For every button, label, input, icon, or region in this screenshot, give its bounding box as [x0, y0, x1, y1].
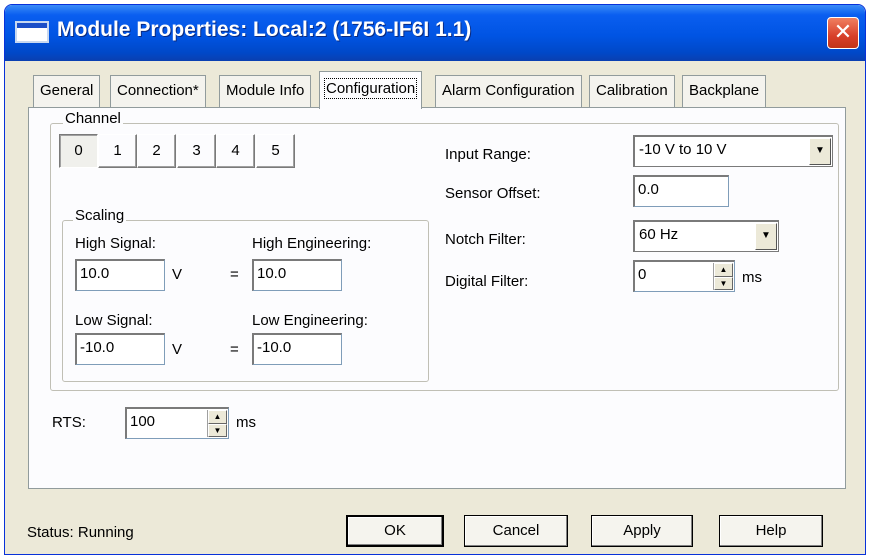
- channel-button-5[interactable]: 5: [256, 134, 295, 168]
- spin-down-icon[interactable]: ▼: [714, 276, 733, 290]
- tab-label: Configuration: [323, 78, 418, 99]
- low-signal-label: Low Signal:: [75, 312, 153, 329]
- channel-button-3[interactable]: 3: [177, 134, 216, 168]
- notch-filter-value: 60 Hz: [639, 226, 679, 243]
- sensor-offset-input[interactable]: 0.0: [633, 175, 729, 207]
- channel-button-1[interactable]: 1: [98, 134, 137, 168]
- spin-up-icon[interactable]: ▲: [208, 410, 227, 424]
- low-signal-unit: V: [172, 341, 183, 358]
- spin-buttons[interactable]: ▲ ▼: [713, 263, 733, 290]
- title-bar[interactable]: Module Properties: Local:2 (1756-IF6I 1.…: [5, 5, 865, 61]
- rts-label: RTS:: [52, 414, 86, 431]
- channel-button-2[interactable]: 2: [137, 134, 176, 168]
- spin-down-icon[interactable]: ▼: [208, 423, 227, 437]
- window-icon: [15, 21, 49, 43]
- rts-stepper[interactable]: 100 ▲ ▼: [125, 407, 229, 439]
- tab-label: Calibration: [596, 82, 668, 99]
- digital-filter-unit: ms: [742, 269, 762, 286]
- rts-unit: ms: [236, 414, 256, 431]
- tab-backplane[interactable]: Backplane: [682, 75, 767, 107]
- tab-label: General: [40, 82, 94, 99]
- notch-filter-select[interactable]: 60 Hz ▼: [633, 220, 779, 252]
- channel-button-0[interactable]: 0: [59, 134, 98, 168]
- window-title: Module Properties: Local:2 (1756-IF6I 1.…: [57, 18, 472, 41]
- tab-calibration[interactable]: Calibration: [589, 75, 675, 107]
- scaling-group-legend: Scaling: [73, 207, 127, 224]
- tab-label: Alarm Configuration: [442, 82, 575, 99]
- input-range-label: Input Range:: [445, 146, 531, 163]
- low-engineering-label: Low Engineering:: [252, 312, 368, 329]
- low-engineering-input[interactable]: -10.0: [252, 333, 342, 365]
- high-equals-sign: =: [230, 266, 239, 283]
- low-signal-input[interactable]: -10.0: [75, 333, 165, 365]
- high-signal-input[interactable]: 10.0: [75, 259, 165, 291]
- spin-up-icon[interactable]: ▲: [714, 263, 733, 277]
- spin-buttons[interactable]: ▲ ▼: [207, 410, 227, 437]
- high-engineering-label: High Engineering:: [252, 235, 372, 252]
- tab-label: Module Info: [226, 82, 305, 99]
- tab-module-info[interactable]: Module Info: [219, 75, 312, 107]
- high-signal-label: High Signal:: [75, 235, 156, 252]
- tab-connection[interactable]: Connection*: [110, 75, 206, 107]
- chevron-down-icon[interactable]: ▼: [755, 223, 777, 250]
- high-signal-unit: V: [172, 266, 183, 283]
- cancel-button[interactable]: Cancel: [464, 515, 568, 547]
- close-icon: ✕: [833, 19, 853, 44]
- chevron-down-icon[interactable]: ▼: [809, 138, 831, 165]
- close-button[interactable]: ✕: [827, 17, 859, 49]
- sensor-offset-label: Sensor Offset:: [445, 185, 541, 202]
- module-properties-window: Module Properties: Local:2 (1756-IF6I 1.…: [4, 4, 866, 555]
- input-range-value: -10 V to 10 V: [639, 141, 727, 158]
- ok-button[interactable]: OK: [346, 515, 444, 547]
- input-range-select[interactable]: -10 V to 10 V ▼: [633, 135, 833, 167]
- tab-label: Backplane: [689, 82, 760, 99]
- help-button[interactable]: Help: [719, 515, 823, 547]
- digital-filter-value: 0: [638, 266, 647, 283]
- channel-button-4[interactable]: 4: [216, 134, 255, 168]
- high-engineering-input[interactable]: 10.0: [252, 259, 342, 291]
- tab-label: Connection*: [117, 82, 199, 99]
- notch-filter-label: Notch Filter:: [445, 231, 526, 248]
- low-equals-sign: =: [230, 341, 239, 358]
- tab-general[interactable]: General: [33, 75, 101, 107]
- digital-filter-stepper[interactable]: 0 ▲ ▼: [633, 260, 735, 292]
- tab-alarm-configuration[interactable]: Alarm Configuration: [435, 75, 582, 107]
- apply-button[interactable]: Apply: [591, 515, 693, 547]
- tab-configuration[interactable]: Configuration: [319, 71, 423, 109]
- rts-value: 100: [130, 413, 156, 430]
- status-text: Status: Running: [27, 524, 134, 541]
- channel-group-legend: Channel: [63, 110, 123, 127]
- digital-filter-label: Digital Filter:: [445, 273, 529, 290]
